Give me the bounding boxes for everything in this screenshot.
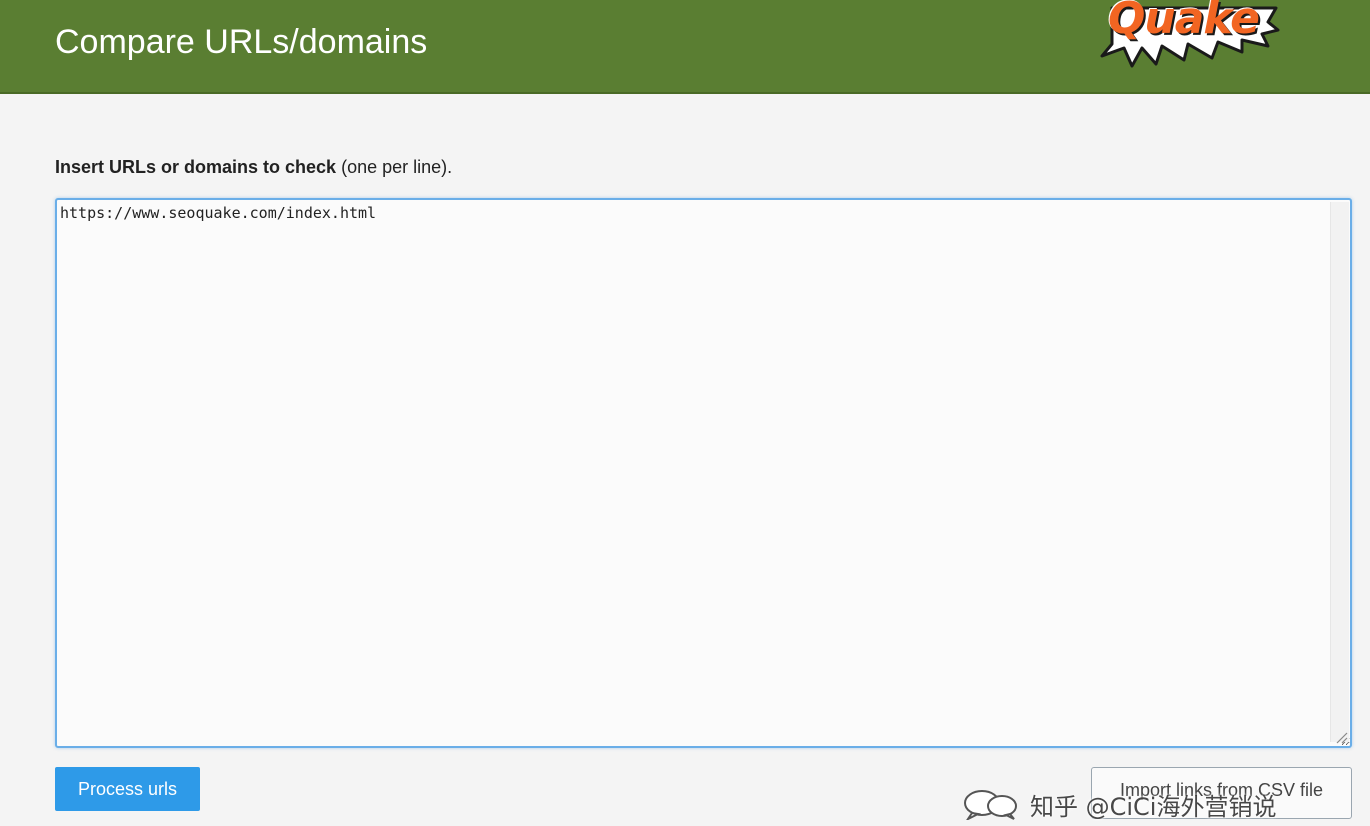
chat-bubbles-icon: [964, 790, 1017, 820]
urls-textarea[interactable]: https://www.seoquake.com/index.html: [55, 198, 1352, 748]
textarea-scrollbar[interactable]: [1330, 202, 1349, 742]
process-urls-button[interactable]: Process urls: [55, 767, 200, 811]
instruction-bold: Insert URLs or domains to check: [55, 157, 337, 177]
instruction-hint: (one per line).: [336, 157, 453, 177]
page-title: Compare URLs/domains: [55, 23, 428, 61]
instruction-label: Insert URLs or domains to check (one per…: [55, 156, 452, 178]
resize-handle-icon[interactable]: [1334, 730, 1348, 744]
watermark: 知乎 @CiCi海外营销说: [962, 784, 1276, 824]
watermark-text: 知乎 @CiCi海外营销说: [1030, 792, 1277, 821]
header-bar: Compare URLs/domains Quake: [0, 0, 1370, 94]
logo-text: Quake: [1108, 0, 1260, 44]
